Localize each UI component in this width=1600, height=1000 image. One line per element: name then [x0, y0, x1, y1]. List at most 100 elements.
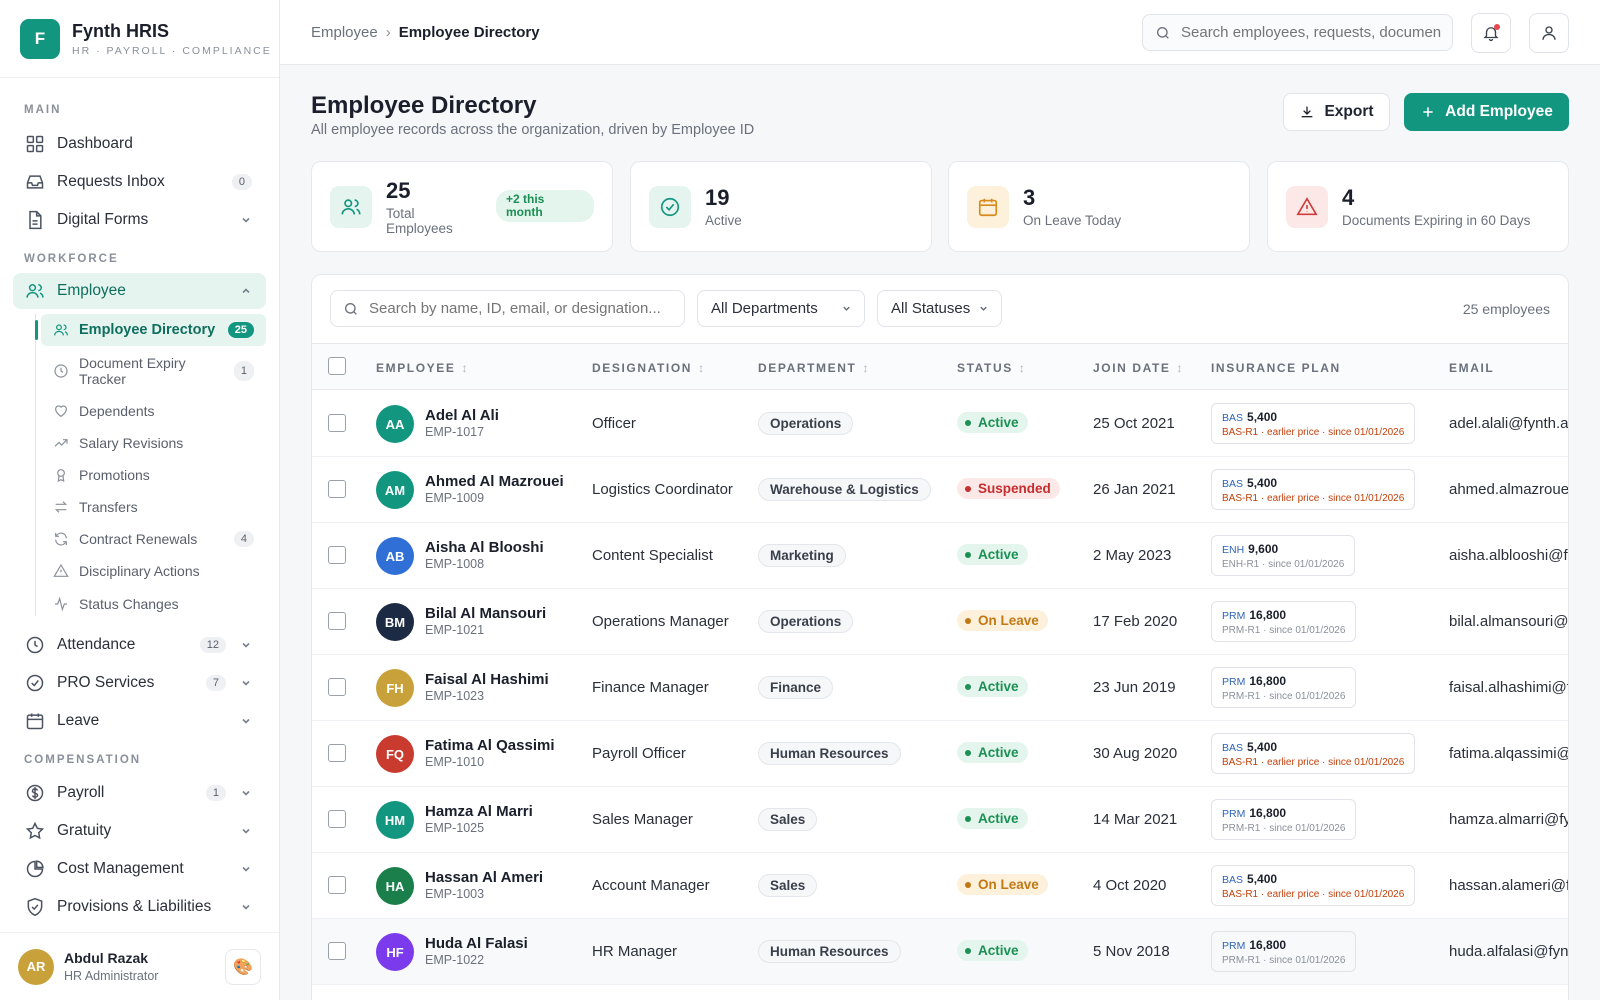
chevron-up-icon[interactable]: [240, 285, 252, 297]
column-header-status[interactable]: STATUS ↕: [957, 361, 1025, 375]
table-row[interactable]: HF Huda Al Falasi EMP-1022 HR Manager Human …: [312, 919, 1568, 985]
plan-amount: 5,400: [1247, 410, 1278, 424]
user-profile[interactable]: AR Abdul Razak HR Administrator 🎨: [0, 932, 279, 1000]
sidebar-item-dashboard[interactable]: Dashboard: [13, 126, 266, 162]
row-checkbox[interactable]: [328, 414, 346, 432]
employee-email[interactable]: huda.alfalasi@fynth.ae: [1449, 943, 1568, 960]
sub-item-contract-renewals[interactable]: Contract Renewals 4: [41, 527, 266, 551]
notifications-button[interactable]: [1471, 13, 1511, 53]
global-search[interactable]: [1142, 14, 1453, 51]
row-checkbox[interactable]: [328, 546, 346, 564]
chevron-down-icon[interactable]: [240, 677, 252, 689]
employee-email[interactable]: fatima.alqassimi@fynth.ae: [1449, 745, 1568, 762]
table-row[interactable]: HA Hassan Al Ameri EMP-1003 Account Manager…: [312, 853, 1568, 919]
sidebar-item-provisions[interactable]: Provisions & Liabilities: [13, 889, 266, 925]
employee-name[interactable]: Hamza Al Marri: [425, 803, 533, 820]
employee-email[interactable]: hamza.almarri@fynth.ae: [1449, 811, 1568, 828]
row-checkbox[interactable]: [328, 480, 346, 498]
plan-code: BAS: [1222, 742, 1244, 754]
export-button[interactable]: Export: [1283, 93, 1390, 131]
row-checkbox[interactable]: [328, 810, 346, 828]
employee-name[interactable]: Adel Al Ali: [425, 407, 499, 424]
row-checkbox[interactable]: [328, 876, 346, 894]
sub-item-employee-directory[interactable]: Employee Directory 25: [35, 314, 266, 346]
table-row[interactable]: FQ Fatima Al Qassimi EMP-1010 Payroll Offic…: [312, 721, 1568, 787]
chevron-down-icon[interactable]: [240, 901, 252, 913]
section-workforce: WORKFORCE: [24, 253, 119, 265]
employee-name[interactable]: Faisal Al Hashimi: [425, 671, 549, 688]
sort-icon: ↕: [698, 361, 705, 375]
calendar-icon: [967, 185, 1009, 228]
employee-email[interactable]: bilal.almansouri@fynth.ae: [1449, 613, 1568, 630]
chevron-down-icon[interactable]: [240, 639, 252, 651]
add-employee-button[interactable]: Add Employee: [1404, 93, 1569, 131]
table-row[interactable]: HM Hamza Al Marri EMP-1025 Sales Manager Sal…: [312, 787, 1568, 853]
sidebar-item-payroll[interactable]: Payroll 1: [13, 775, 266, 811]
account-button[interactable]: [1529, 13, 1569, 53]
row-checkbox[interactable]: [328, 744, 346, 762]
table-row[interactable]: AA Adel Al Ali EMP-1017 Officer Operations Ac…: [312, 391, 1568, 457]
sidebar-item-leave[interactable]: Leave: [13, 703, 266, 739]
row-checkbox[interactable]: [328, 942, 346, 960]
stat-card-expiring-docs: 4 Documents Expiring in 60 Days: [1267, 161, 1569, 252]
sub-item-disciplinary-actions[interactable]: Disciplinary Actions: [41, 559, 266, 583]
chevron-down-icon[interactable]: [240, 787, 252, 799]
employee-name[interactable]: Aisha Al Blooshi: [425, 539, 544, 556]
employee-email[interactable]: ahmed.almazrouei@fynth.ae: [1449, 481, 1568, 498]
employee-name[interactable]: Bilal Al Mansouri: [425, 605, 546, 622]
employee-email[interactable]: adel.alali@fynth.ae: [1449, 415, 1568, 432]
column-header-employee[interactable]: EMPLOYEE ↕: [376, 361, 467, 375]
row-checkbox[interactable]: [328, 612, 346, 630]
employee-name[interactable]: Ahmed Al Mazrouei: [425, 473, 564, 490]
sub-item-promotions[interactable]: Promotions: [41, 463, 266, 487]
sidebar-item-digital-forms[interactable]: Digital Forms: [13, 202, 266, 238]
sub-item-document-expiry-tracker[interactable]: Document Expiry Tracker 1: [41, 354, 266, 388]
employee-email[interactable]: faisal.alhashimi@fynth.ae: [1449, 679, 1568, 696]
status-badge: Active: [957, 940, 1028, 961]
column-header-join-date[interactable]: JOIN DATE ↕: [1093, 361, 1183, 375]
employee-email[interactable]: hassan.alameri@fynth.ae: [1449, 877, 1568, 894]
employee-name[interactable]: Hassan Al Ameri: [425, 869, 543, 886]
sub-item-status-changes[interactable]: Status Changes: [41, 592, 266, 616]
sidebar-item-employee[interactable]: Employee: [13, 273, 266, 309]
global-search-input[interactable]: [1181, 24, 1441, 41]
avatar: AM: [376, 471, 414, 509]
table-row[interactable]: FH Faisal Al Hashimi EMP-1023 Finance Manag…: [312, 655, 1568, 721]
sidebar-item-gratuity[interactable]: Gratuity: [13, 813, 266, 849]
column-header-department[interactable]: DEPARTMENT ↕: [758, 361, 868, 375]
users-icon: [330, 185, 372, 228]
theme-palette-button[interactable]: 🎨: [225, 948, 261, 985]
breadcrumb-employee[interactable]: Employee: [311, 24, 378, 41]
row-checkbox[interactable]: [328, 678, 346, 696]
table-row[interactable]: BM Bilal Al Mansouri EMP-1021 Operations Ma…: [312, 589, 1568, 655]
table-row[interactable]: AB Aisha Al Blooshi EMP-1008 Content Specia…: [312, 523, 1568, 589]
table-row[interactable]: AM Ahmed Al Mazrouei EMP-1009 Logistics Coo…: [312, 457, 1568, 523]
sidebar-item-cost-management[interactable]: Cost Management: [13, 851, 266, 887]
select-all-checkbox[interactable]: [328, 357, 346, 375]
chevron-down-icon[interactable]: [240, 825, 252, 837]
status-dot: [965, 947, 971, 954]
table-search-input[interactable]: [369, 300, 669, 317]
plan-code: ENH: [1222, 544, 1245, 556]
employee-name[interactable]: Fatima Al Qassimi: [425, 737, 555, 754]
sub-item-salary-revisions[interactable]: Salary Revisions: [41, 431, 266, 455]
department-filter[interactable]: All Departments: [697, 290, 865, 327]
grid-icon: [26, 135, 44, 153]
sub-item-dependents[interactable]: Dependents: [41, 399, 266, 423]
sidebar-item-requests-inbox[interactable]: Requests Inbox 0: [13, 164, 266, 200]
employee-email[interactable]: aisha.alblooshi@fynth.ae: [1449, 547, 1568, 564]
table-search[interactable]: [330, 290, 685, 327]
sub-item-transfers[interactable]: Transfers: [41, 495, 266, 519]
sidebar-item-pro-services[interactable]: PRO Services 7: [13, 665, 266, 701]
calendar-icon: [26, 713, 44, 730]
chevron-down-icon[interactable]: [240, 863, 252, 875]
chevron-down-icon[interactable]: [240, 214, 252, 226]
column-header-designation[interactable]: DESIGNATION ↕: [592, 361, 704, 375]
chevron-down-icon[interactable]: [240, 715, 252, 727]
status-filter[interactable]: All Statuses: [877, 290, 1002, 327]
employee-name[interactable]: Huda Al Falasi: [425, 935, 528, 952]
brand-logo[interactable]: F: [20, 18, 60, 59]
avatar: HF: [376, 933, 414, 971]
insurance-plan: BAS 5,400 BAS-R1 · earlier price · since 0…: [1211, 865, 1416, 906]
sidebar-item-attendance[interactable]: Attendance 12: [13, 627, 266, 663]
